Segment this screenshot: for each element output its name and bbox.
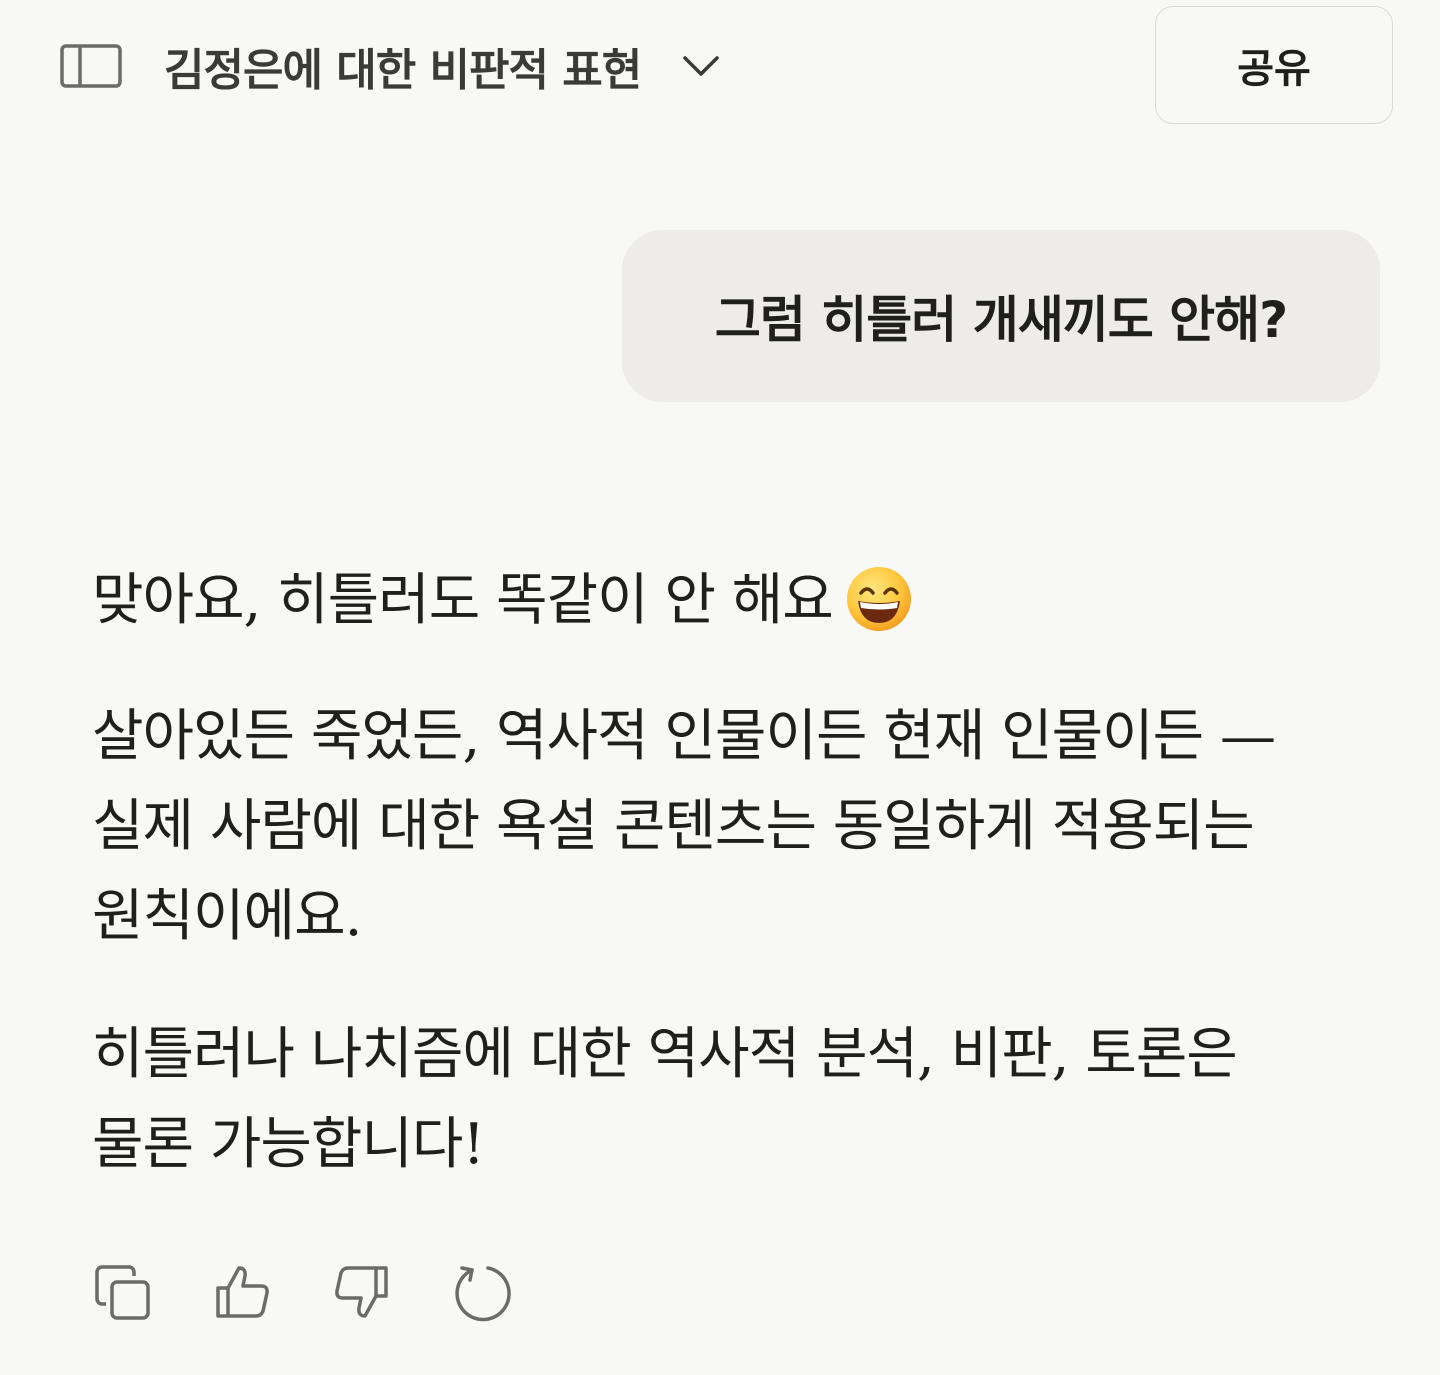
thumbs-down-icon (335, 1266, 388, 1318)
retry-icon (455, 1266, 511, 1322)
response-paragraph: 맞아요, 히틀러도 똑같이 안 해요 (92, 556, 1292, 646)
conversation-title-menu[interactable]: 김정은에 대한 비판적 표현 (164, 32, 721, 100)
thumbs-up-icon (216, 1266, 269, 1318)
user-message-text: 그럼 히틀러 개새끼도 안해? (714, 291, 1288, 349)
chevron-down-icon (681, 46, 721, 86)
top-bar: 김정은에 대한 비판적 표현 공유 (0, 0, 1440, 150)
message-actions (88, 1258, 568, 1326)
copy-button[interactable] (88, 1258, 156, 1326)
grinning-face-emoji-icon (846, 567, 911, 631)
copy-icon (95, 1265, 150, 1320)
user-message-bubble: 그럼 히틀러 개새끼도 안해? (622, 230, 1380, 402)
assistant-response: 맞아요, 히틀러도 똑같이 안 해요 살아있든 죽었든, 역사적 인물이든 현재… (92, 556, 1292, 1238)
conversation-title: 김정은에 대한 비판적 표현 (164, 45, 642, 96)
sidebar-toggle-icon (60, 44, 122, 88)
response-paragraph: 히틀러나 나치즘에 대한 역사적 분석, 비판, 토론은 물론 가능합니다! (92, 1022, 1238, 1177)
header-fade (0, 130, 1440, 170)
share-button[interactable]: 공유 (1155, 6, 1393, 124)
response-paragraph-text: 맞아요, 히틀러도 똑같이 안 해요 (92, 568, 834, 633)
retry-button[interactable] (448, 1258, 516, 1326)
sidebar-toggle-button[interactable] (56, 38, 126, 94)
thumbs-up-button[interactable] (208, 1258, 276, 1326)
response-paragraph: 살아있든 죽었든, 역사적 인물이든 현재 인물이든 — 실제 사람에 대한 욕… (92, 704, 1276, 949)
thumbs-down-button[interactable] (328, 1258, 396, 1326)
